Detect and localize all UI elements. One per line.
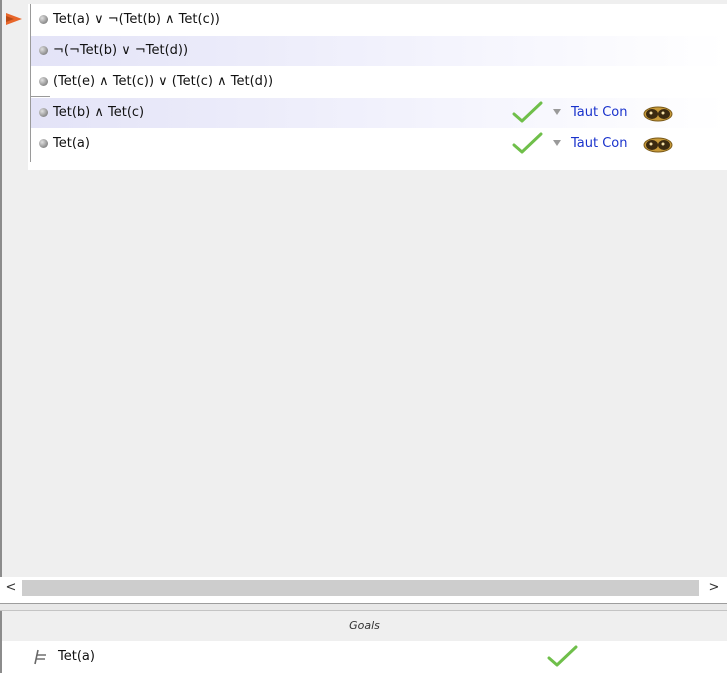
step-formula[interactable]: Tet(a) ∨ ¬(Tet(b) ∧ Tet(c)) [53, 12, 220, 27]
scroll-left-button[interactable]: < [2, 579, 20, 597]
check-icon [547, 645, 578, 667]
goals-title: Goals [349, 619, 380, 632]
pane-splitter[interactable] [0, 603, 727, 611]
scroll-right-button[interactable]: > [705, 579, 723, 597]
step-formula[interactable]: ¬(¬Tet(b) ∨ ¬Tet(d)) [53, 43, 188, 58]
proof-step[interactable]: Tet(a) ∨ ¬(Tet(b) ∧ Tet(c)) [31, 5, 727, 35]
proof-step[interactable]: ¬(¬Tet(b) ∨ ¬Tet(d)) [31, 36, 727, 66]
focus-arrow-icon [6, 13, 22, 25]
step-bullet-icon [39, 15, 48, 24]
step-bullet-icon [39, 139, 48, 148]
horizontal-scrollbar[interactable]: < > [0, 577, 727, 599]
eyes-icon[interactable] [643, 106, 673, 122]
proof-step[interactable]: (Tet(e) ∧ Tet(c)) ∨ (Tet(c) ∧ Tet(d)) [31, 67, 727, 97]
eyes-icon[interactable] [643, 137, 673, 153]
step-formula[interactable]: Tet(a) [53, 136, 90, 151]
check-icon [512, 101, 543, 123]
step-bullet-icon [39, 108, 48, 117]
step-formula[interactable]: (Tet(e) ∧ Tet(c)) ∨ (Tet(c) ∧ Tet(d)) [53, 74, 273, 89]
proof-step[interactable]: Tet(b) ∧ Tet(c) Taut Con [31, 98, 727, 128]
goal-formula[interactable]: Tet(a) [58, 649, 95, 664]
rule-dropdown-icon[interactable] [553, 109, 561, 115]
proof-pane[interactable]: Tet(a) ∨ ¬(Tet(b) ∧ Tet(c)) ¬(¬Tet(b) ∨ … [0, 0, 727, 577]
turnstile-icon [34, 649, 46, 665]
step-formula[interactable]: Tet(b) ∧ Tet(c) [53, 105, 144, 120]
rule-name[interactable]: Taut Con [571, 136, 628, 151]
proof-step[interactable]: Tet(a) Taut Con [31, 129, 727, 159]
goals-header: Goals [0, 611, 727, 641]
scroll-thumb[interactable] [22, 580, 699, 596]
goal-item[interactable]: Tet(a) [0, 641, 727, 673]
step-bullet-icon [39, 46, 48, 55]
rule-dropdown-icon[interactable] [553, 140, 561, 146]
fitch-proof-window: Tet(a) ∨ ¬(Tet(b) ∧ Tet(c)) ¬(¬Tet(b) ∨ … [0, 0, 727, 673]
scroll-track[interactable] [22, 580, 699, 596]
check-icon [512, 132, 543, 154]
rule-name[interactable]: Taut Con [571, 105, 628, 120]
step-bullet-icon [39, 77, 48, 86]
